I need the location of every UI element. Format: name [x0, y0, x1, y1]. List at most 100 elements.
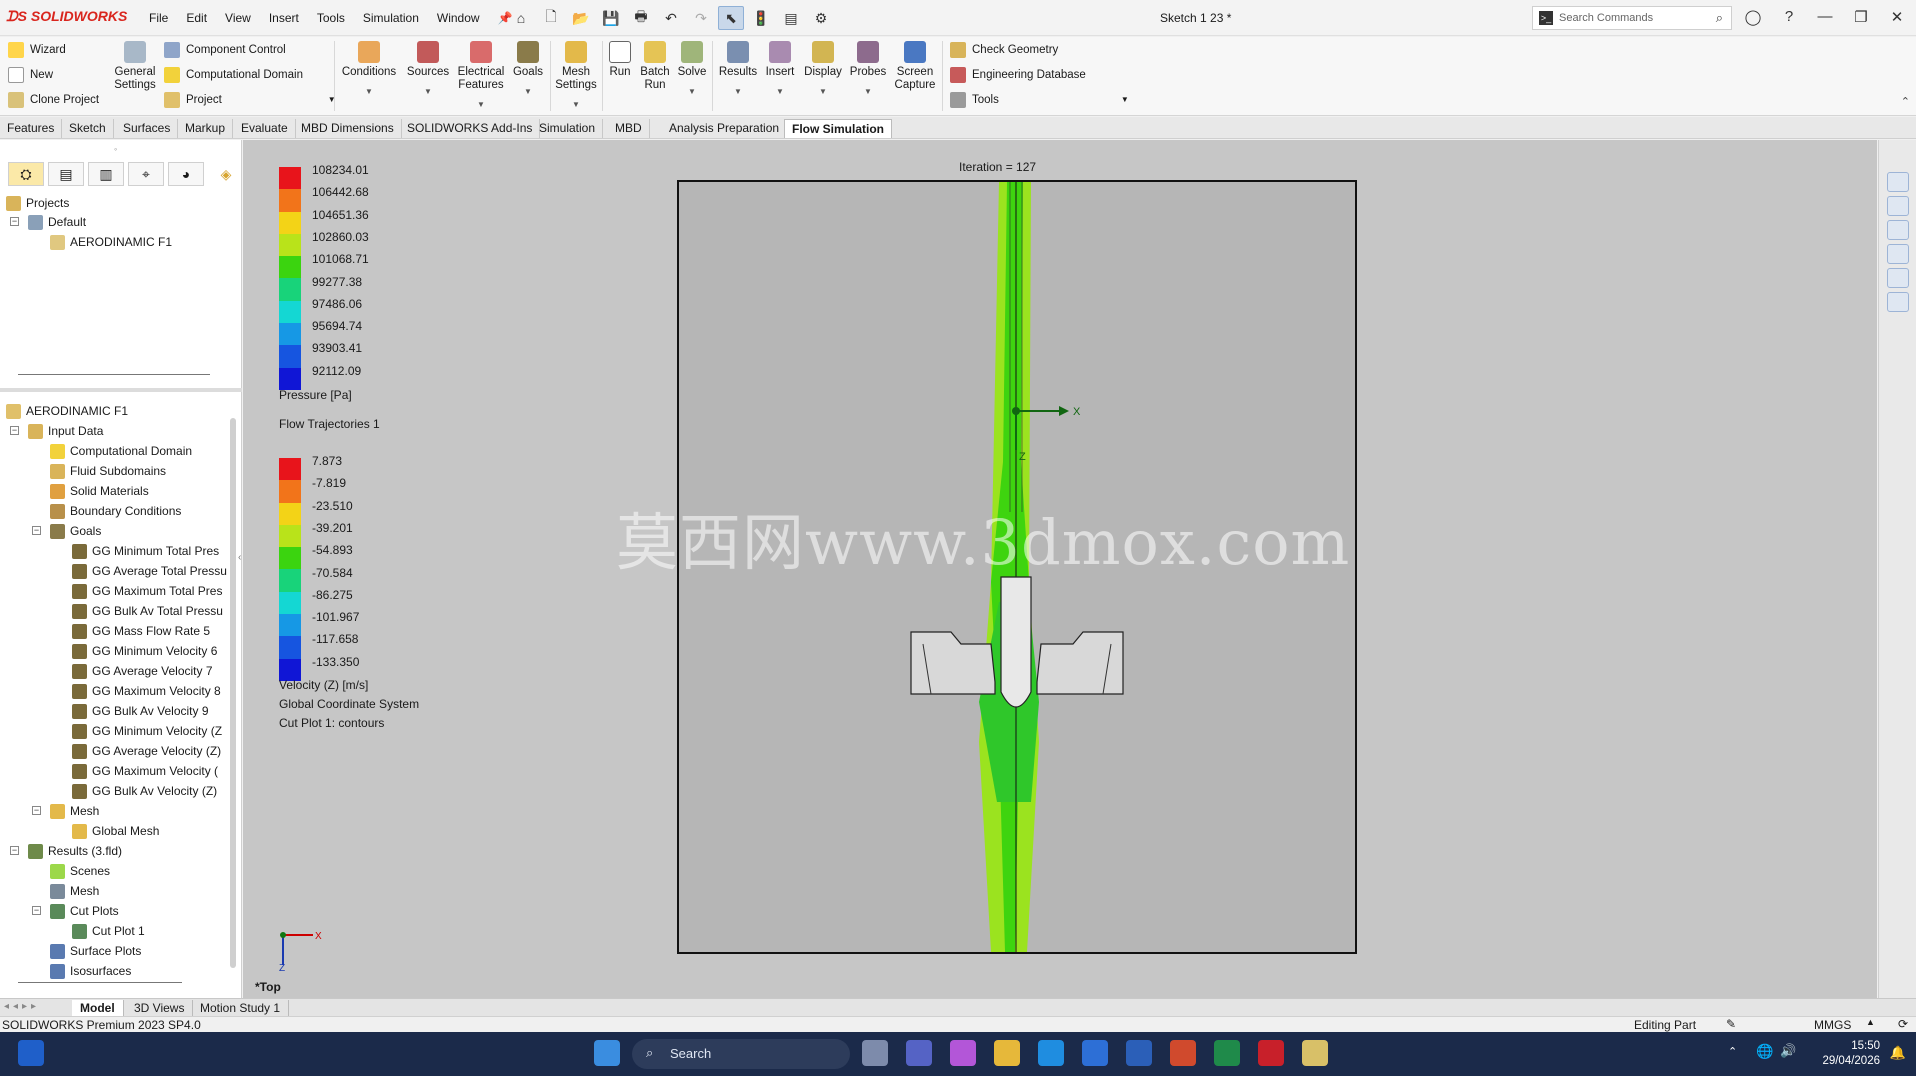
tree-default[interactable]: Default — [28, 213, 86, 231]
tab-scroll-arrows-icon[interactable]: ◂◂▸▸ — [4, 1001, 40, 1012]
tree-projects[interactable]: Projects — [6, 194, 69, 212]
file-properties-icon[interactable]: ▤ — [778, 6, 804, 30]
tree-item[interactable]: GG Maximum Velocity 8 — [72, 682, 221, 700]
tab-flow-simulation[interactable]: Flow Simulation — [784, 119, 892, 138]
tab-sketch[interactable]: Sketch — [62, 119, 114, 138]
chevron-up-icon[interactable]: ⌃ — [1728, 1045, 1737, 1058]
expand-toggle[interactable]: − — [32, 806, 41, 815]
tab-model[interactable]: Model — [72, 1000, 124, 1016]
electrical-features-button[interactable]: Electrical Features ▼ — [456, 41, 506, 111]
tree-item[interactable]: Isosurfaces — [50, 962, 131, 980]
expand-toggle[interactable]: − — [32, 906, 41, 915]
tree-item[interactable]: GG Average Total Pressu — [72, 562, 227, 580]
collapse-panel-icon[interactable]: ‹ — [238, 552, 241, 563]
teams-icon[interactable] — [906, 1040, 932, 1066]
solidworks-taskbar-icon[interactable] — [1258, 1040, 1284, 1066]
chevron-down-icon[interactable]: ▼ — [716, 85, 760, 98]
tree-item[interactable]: GG Minimum Velocity (Z — [72, 722, 222, 740]
goals-button[interactable]: Goals ▼ — [510, 41, 546, 98]
batch-run-button[interactable]: Batch Run — [638, 41, 672, 92]
help-icon[interactable]: ? — [1778, 8, 1800, 26]
tab-solidworks-addins[interactable]: SOLIDWORKS Add-Ins — [400, 119, 541, 138]
tab-features[interactable]: Features — [0, 119, 63, 138]
solve-button[interactable]: Solve ▼ — [676, 41, 708, 98]
user-account-icon[interactable]: ◯ — [1742, 8, 1764, 26]
select-cursor-icon[interactable]: ⬉ — [718, 6, 744, 30]
new-document-icon[interactable]: 🗋 — [538, 6, 564, 30]
open-icon[interactable]: 📂 — [568, 6, 594, 30]
chevron-down-icon[interactable]: ▼ — [404, 85, 452, 98]
insert-button[interactable]: Insert ▼ — [762, 41, 798, 98]
property-manager-tab-icon[interactable]: ▤ — [48, 162, 84, 186]
graphics-viewport[interactable]: 108234.01 106442.68 104651.36 102860.03 1010… — [243, 140, 1877, 998]
panel-grip-icon[interactable]: ◦ — [114, 144, 117, 154]
tree-item[interactable]: AERODINAMIC F1 — [6, 402, 128, 420]
chevron-down-icon[interactable]: ▼ — [340, 85, 398, 98]
tree-item[interactable]: Cut Plots — [50, 902, 119, 920]
options-gear-icon[interactable]: ⚙ — [808, 6, 834, 30]
tree-item[interactable]: GG Mass Flow Rate 5 — [72, 622, 210, 640]
sources-button[interactable]: Sources ▼ — [404, 41, 452, 98]
menu-edit[interactable]: Edit — [177, 11, 216, 25]
flow-simulation-taskbar-icon[interactable] — [1302, 1040, 1328, 1066]
tree-item[interactable]: GG Average Velocity 7 — [72, 662, 213, 680]
panel-splitter[interactable] — [0, 388, 242, 392]
tab-3d-views[interactable]: 3D Views — [126, 1000, 194, 1016]
unit-system-label[interactable]: MMGS — [1814, 1018, 1851, 1032]
taskbar-clock[interactable]: 15:50 29/04/2026 — [1822, 1039, 1880, 1069]
chevron-down-icon[interactable]: ▼ — [554, 98, 598, 111]
tree-item[interactable]: Surface Plots — [50, 942, 141, 960]
collapse-ribbon-icon[interactable]: ⌃ — [1901, 95, 1910, 108]
tab-markup[interactable]: Markup — [178, 119, 234, 138]
tab-surfaces[interactable]: Surfaces — [116, 119, 179, 138]
minimize-icon[interactable]: — — [1814, 8, 1836, 26]
tree-item[interactable]: Goals — [50, 522, 101, 540]
tree-item[interactable]: Mesh — [50, 802, 99, 820]
engineering-database-button[interactable]: Engineering Database — [950, 62, 1129, 87]
view-palette-icon[interactable] — [1886, 244, 1909, 264]
tab-analysis-preparation[interactable]: Analysis Preparation — [662, 119, 788, 138]
task-view-icon[interactable] — [18, 1040, 44, 1066]
search-icon[interactable]: ⌕ — [1716, 10, 1723, 26]
clone-project-button[interactable]: Clone Project — [8, 87, 99, 112]
traffic-light-icon[interactable]: 🚦 — [748, 6, 774, 30]
tree-project-aerodinamic[interactable]: AERODINAMIC F1 — [50, 233, 172, 251]
expand-toggle[interactable]: − — [10, 426, 19, 435]
display-button[interactable]: Display ▼ — [802, 41, 844, 98]
feature-manager-tab-icon[interactable]: ⛭ — [8, 162, 44, 186]
print-icon[interactable]: 🖶 — [628, 6, 654, 30]
wizard-button[interactable]: Wizard — [8, 37, 99, 62]
tools-button[interactable]: Tools ▼ — [950, 87, 1129, 112]
task-switch-icon[interactable] — [862, 1040, 888, 1066]
chevron-down-icon[interactable]: ▼ — [456, 98, 506, 111]
powerpoint-icon[interactable] — [1170, 1040, 1196, 1066]
windows-start-icon[interactable] — [594, 1040, 620, 1066]
tree-item[interactable]: Computational Domain — [50, 442, 192, 460]
display-manager-tab-icon[interactable]: ◕ — [168, 162, 204, 186]
probes-button[interactable]: Probes ▼ — [848, 41, 888, 98]
general-settings-button[interactable]: General Settings — [112, 41, 158, 92]
configuration-manager-tab-icon[interactable]: ▥ — [88, 162, 124, 186]
menu-insert[interactable]: Insert — [260, 11, 308, 25]
tab-motion-study-1[interactable]: Motion Study 1 — [192, 1000, 290, 1016]
save-icon[interactable]: 💾 — [598, 6, 624, 30]
project-button[interactable]: Project ▼ — [164, 87, 336, 112]
tab-evaluate[interactable]: Evaluate — [234, 119, 296, 138]
tree-item[interactable]: GG Minimum Total Pres — [72, 542, 219, 560]
redo-icon[interactable]: ↷ — [688, 6, 714, 30]
taskbar-search[interactable]: Search ⌕ — [632, 1039, 850, 1069]
tree-item[interactable]: GG Bulk Av Total Pressu — [72, 602, 223, 620]
tree-item[interactable]: GG Bulk Av Velocity 9 — [72, 702, 209, 720]
chevron-up-icon[interactable]: ▲ — [1866, 1017, 1875, 1027]
tree-item[interactable]: GG Bulk Av Velocity (Z) — [72, 782, 217, 800]
expand-toggle[interactable]: − — [10, 217, 19, 226]
restore-icon[interactable]: ❐ — [1850, 8, 1872, 26]
search-commands[interactable]: >_ Search Commands ⌕ — [1532, 6, 1732, 30]
component-control-button[interactable]: Component Control — [164, 37, 336, 62]
check-geometry-button[interactable]: Check Geometry — [950, 37, 1129, 62]
tree-item[interactable]: Fluid Subdomains — [50, 462, 166, 480]
tree-hscroll[interactable] — [18, 982, 182, 983]
word-icon[interactable] — [1126, 1040, 1152, 1066]
home-icon[interactable]: ⌂ — [508, 6, 534, 30]
undo-icon[interactable]: ↶ — [658, 6, 684, 30]
